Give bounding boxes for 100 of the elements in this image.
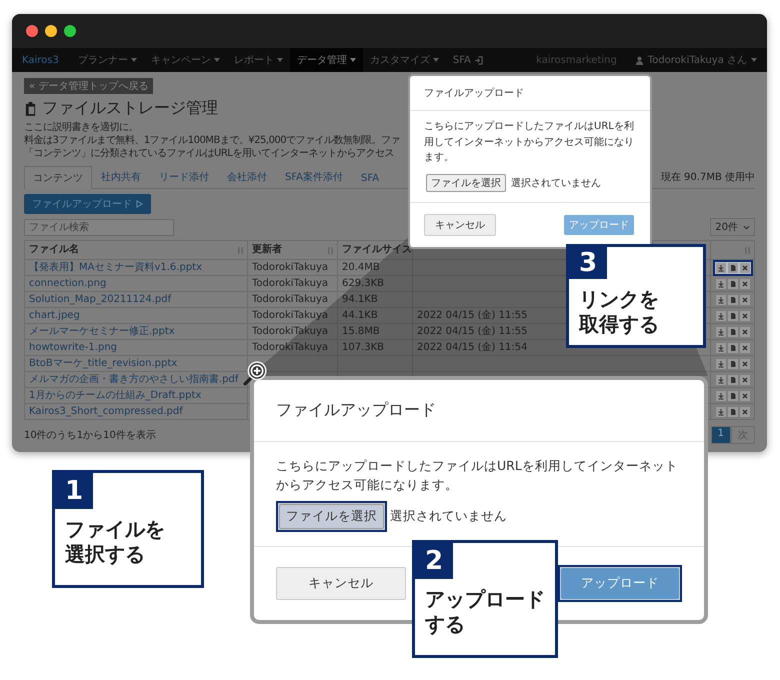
upload-button[interactable]: アップロード [564,214,634,234]
table-cell: 44.1KB [342,308,378,322]
file-link[interactable]: メールマーケセミナー修正.pptx [29,324,175,338]
table-cell: TodorokiTakuya [252,340,328,354]
upload-button[interactable]: アップロード [561,568,679,599]
download-icon[interactable] [716,294,726,304]
close-icon[interactable] [740,374,750,384]
download-icon[interactable] [716,342,726,352]
page-title: ファイルストレージ管理 [42,98,218,119]
file-link[interactable]: メルマガの企画・書き方のやさしい指南書.pdf [29,372,238,386]
window-minimize-button[interactable] [45,25,57,37]
nav-menu-item[interactable]: SFA [446,48,490,72]
file-status: 選択されていません [390,508,507,525]
table-cell: 629.3KB [342,276,384,290]
download-icon[interactable] [716,278,726,288]
callout-text: 選択する [65,542,145,567]
nav-menu-item[interactable]: キャンペーン [144,48,227,72]
document-icon[interactable] [728,374,738,384]
chevron-icon [743,224,750,230]
user-menu[interactable]: TodorokiTakuya さん [648,53,747,67]
cancel-button[interactable]: キャンセル [424,214,496,236]
page-size-select[interactable]: 20件 [710,218,755,236]
close-icon[interactable] [740,326,750,336]
description-text: 料金は3ファイルまで無料、1ファイル100MBまで。¥25,000でファイル数無制限。ファ [24,134,402,147]
download-icon[interactable] [716,390,726,400]
tab[interactable]: SFA [352,168,388,188]
close-icon[interactable] [740,390,750,400]
cancel-button[interactable]: キャンセル [276,566,406,600]
document-icon[interactable] [728,326,738,336]
step-number: 1 [55,473,93,509]
tab[interactable]: リード添付 [150,165,218,188]
download-icon[interactable] [716,262,726,272]
file-upload-button[interactable]: ファイルアップロード [24,194,151,214]
download-icon[interactable] [716,326,726,336]
file-link[interactable]: howtowrite-1.png [29,340,117,354]
file-status: 選択されていません [511,176,601,190]
choose-file-button[interactable]: ファイルを選択 [279,504,384,529]
nav-menu-item[interactable]: レポート [226,48,290,72]
nav-menu-item[interactable]: データ管理 [290,48,363,72]
document-icon[interactable] [728,390,738,400]
tab[interactable]: SFA案件添付 [276,165,352,188]
file-link[interactable]: connection.png [29,276,106,290]
tab[interactable]: コンテンツ [24,166,92,189]
choose-file-button[interactable]: ファイルを選択 [426,174,506,192]
close-icon[interactable] [740,342,750,352]
storage-usage: 現在 90.7MB 使用中 [660,170,755,185]
back-button[interactable]: « データ管理トップへ戻る [24,78,154,94]
column-header[interactable]: ファイル名 [29,243,79,257]
document-icon[interactable] [728,262,738,272]
table-cell: 94.1KB [342,292,378,306]
clipboard-icon [24,101,37,116]
download-icon[interactable] [716,406,726,416]
close-icon[interactable] [740,294,750,304]
document-icon[interactable] [728,294,738,304]
login-icon [474,56,483,64]
table-cell: 2022 04/15 (金) 11:55 [417,308,528,322]
column-header[interactable]: 更新者 [252,243,282,257]
tab[interactable]: 社内共有 [92,165,150,188]
table-cell: 2022 04/15 (金) 11:55 [417,324,528,338]
download-icon[interactable] [716,374,726,384]
download-icon[interactable] [716,310,726,320]
table-cell: 2022 04/15 (金) 11:54 [417,340,528,354]
callout-text: 取得する [579,312,659,337]
caret-icon [214,58,220,62]
document-icon[interactable] [728,358,738,368]
nav-menu-item[interactable]: プランナー [70,48,144,72]
document-icon[interactable] [728,310,738,320]
pagination-button[interactable]: 1 [710,426,731,444]
close-icon[interactable] [740,262,750,272]
file-link[interactable]: Solution_Map_20211124.pdf [29,292,172,306]
step-number: 3 [569,247,607,279]
window-close-button[interactable] [26,25,38,37]
document-icon[interactable] [728,278,738,288]
file-link[interactable]: 【発表用】MAセミナー資料v1.6.pptx [29,260,202,274]
close-icon[interactable] [740,278,750,288]
file-link[interactable]: 1月からのチームの仕組み_Draft.pptx [29,388,202,402]
caret-icon [276,58,283,62]
table-cell: TodorokiTakuya [252,260,328,274]
dialog-message: こちらにアップロードしたファイルはURLを利用してインターネットからアクセス可能になります。 [276,457,679,494]
file-link[interactable]: Kairos3_Short_compressed.pdf [29,404,183,418]
close-icon[interactable] [740,406,750,416]
callout-text: アップロード [425,587,545,612]
nav-menu-item[interactable]: カスタマイズ [362,48,446,72]
close-icon[interactable] [740,310,750,320]
play-icon [136,200,143,208]
brand-logo[interactable]: Kairos3 [22,54,59,66]
table-cell: TodorokiTakuya [252,276,328,290]
tab[interactable]: 会社添付 [218,165,276,188]
caret-icon [350,58,356,62]
caret-icon [432,58,439,62]
search-field[interactable]: ファイル検索 [24,218,174,236]
document-icon[interactable] [728,406,738,416]
close-icon[interactable] [740,358,750,368]
file-link[interactable]: chart.jpeg [29,308,80,322]
step-number: 2 [415,543,453,579]
document-icon[interactable] [728,342,738,352]
file-link[interactable]: BtoBマーケ_title_revision.pptx [29,356,178,370]
download-icon[interactable] [716,358,726,368]
user-icon [634,56,644,64]
window-maximize-button[interactable] [64,25,76,37]
